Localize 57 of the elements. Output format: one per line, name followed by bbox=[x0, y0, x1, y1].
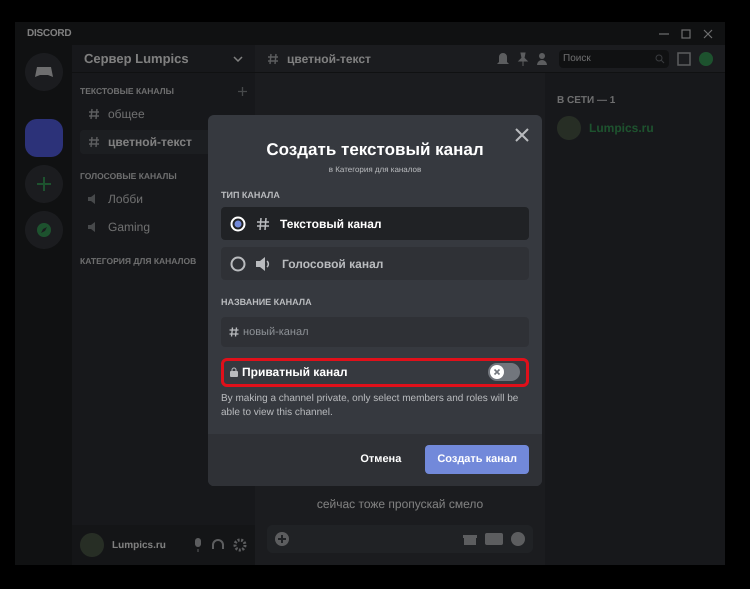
channel-type-option[interactable]: Текстовый канал bbox=[221, 207, 529, 240]
chevron-icon bbox=[233, 56, 243, 62]
members-heading: В СЕТИ — 1 bbox=[557, 94, 616, 108]
gift-icon[interactable] bbox=[463, 532, 477, 546]
close-button[interactable] bbox=[514, 127, 530, 143]
hash-icon bbox=[256, 216, 270, 230]
channel-title: цветной-текст bbox=[287, 50, 372, 68]
pin-icon[interactable] bbox=[517, 52, 529, 66]
close-icon[interactable] bbox=[703, 28, 713, 38]
speaker-icon bbox=[256, 256, 272, 270]
dialog-title: Создать текстовый канал bbox=[265, 139, 485, 161]
user-name: Lumpics.ru bbox=[112, 538, 167, 552]
toggle-switch[interactable] bbox=[488, 363, 520, 381]
category-header[interactable]: ГОЛОСОВЫЕ КАНАЛЫ bbox=[80, 170, 177, 182]
radio-empty-icon bbox=[230, 256, 246, 272]
server-icon[interactable] bbox=[24, 119, 62, 157]
app-logo: DISCORD bbox=[27, 27, 72, 41]
channel-type-option[interactable]: Голосовой канал bbox=[221, 247, 529, 280]
plus-icon bbox=[36, 177, 50, 191]
dialog-subtitle: в Категория для каналов bbox=[328, 164, 422, 176]
x-icon bbox=[493, 368, 501, 376]
headphones-icon[interactable] bbox=[211, 538, 225, 552]
channel-item[interactable]: общее bbox=[80, 102, 247, 126]
close-icon bbox=[514, 127, 530, 143]
lock-icon bbox=[230, 367, 238, 377]
search-icon bbox=[655, 54, 665, 64]
settings-icon[interactable] bbox=[233, 538, 247, 552]
section-label: ТИП КАНАЛА bbox=[221, 188, 281, 202]
member-name[interactable]: Lumpics.ru bbox=[589, 119, 654, 137]
search-field[interactable]: Поиск bbox=[559, 50, 669, 68]
category-header[interactable]: КАТЕГОРИЯ ДЛЯ КАНАЛОВ bbox=[80, 254, 196, 268]
create-channel-button[interactable]: Создать канал bbox=[425, 445, 529, 474]
section-label: НАЗВАНИЕ КАНАЛА bbox=[221, 296, 313, 309]
inbox-icon[interactable] bbox=[677, 52, 691, 66]
hash-icon bbox=[88, 136, 100, 148]
private-channel-note: By making a channel private, only select members and roles will be able to view this channel. bbox=[221, 392, 520, 420]
hash-icon bbox=[267, 52, 279, 64]
maximize-icon[interactable] bbox=[681, 28, 691, 38]
plus-icon[interactable] bbox=[238, 86, 247, 96]
explore-button[interactable] bbox=[24, 211, 62, 249]
private-channel-label: Приватный канал bbox=[242, 364, 349, 381]
channel-name-field[interactable]: новый-канал bbox=[221, 316, 529, 346]
bell-icon[interactable] bbox=[497, 52, 509, 66]
hash-icon bbox=[88, 108, 100, 120]
microphone-icon[interactable] bbox=[193, 538, 203, 552]
hash-icon bbox=[229, 326, 239, 336]
category-header[interactable]: ТЕКСТОВЫЕ КАНАЛЫ bbox=[80, 85, 174, 98]
cancel-button[interactable]: Отмена bbox=[344, 445, 418, 474]
message-input[interactable] bbox=[267, 525, 533, 553]
radio-selected-icon bbox=[230, 216, 246, 232]
message-text: сейчас тоже пропускай смело bbox=[316, 496, 484, 513]
help-icon[interactable] bbox=[699, 52, 713, 66]
add-server-button[interactable] bbox=[24, 165, 62, 203]
add-icon[interactable] bbox=[275, 532, 289, 546]
emoji-icon[interactable] bbox=[511, 532, 525, 546]
home-button[interactable] bbox=[24, 53, 62, 91]
compass-icon bbox=[36, 222, 52, 238]
